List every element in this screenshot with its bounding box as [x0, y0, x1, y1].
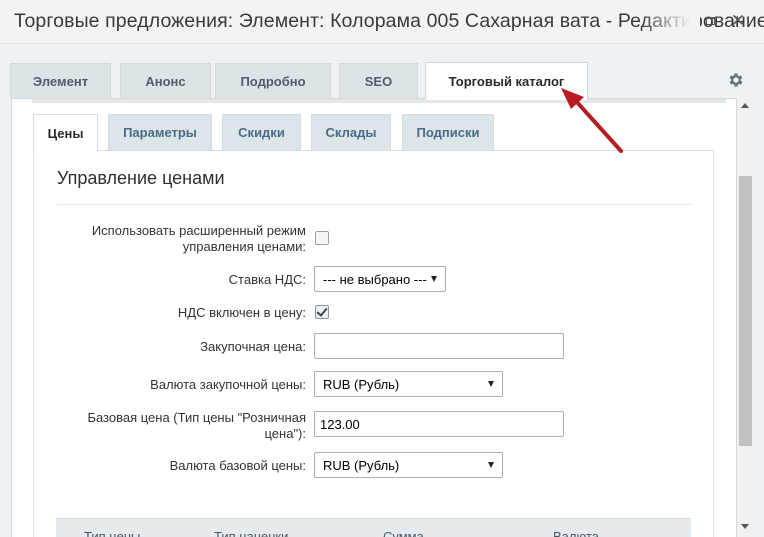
vat-rate-value: --- не выбрано ---: [323, 271, 427, 287]
base-currency-value: RUB (Рубль): [323, 457, 400, 473]
base-currency-label: Валюта базовой цены:: [169, 458, 306, 473]
table-header-currency: Валюта: [553, 529, 599, 537]
purchase-currency-label: Валюта закупочной цены:: [150, 377, 306, 392]
window-titlebar: Торговые предложения: Элемент: Колорама …: [0, 0, 764, 44]
vat-rate-label: Ставка НДС:: [228, 272, 306, 287]
base-price-label: Базовая цена (Тип цены "Розничная цена")…: [60, 410, 306, 442]
purchase-currency-value: RUB (Рубль): [323, 376, 400, 392]
section-title: Управление ценами: [57, 168, 225, 188]
subtab-stores[interactable]: Склады: [311, 114, 391, 150]
vat-included-checkbox[interactable]: [315, 305, 329, 319]
subtab-subscriptions[interactable]: Подписки: [402, 114, 494, 150]
purchase-price-label: Закупочная цена:: [200, 339, 306, 354]
close-icon[interactable]: ✕: [730, 11, 746, 30]
extended-mode-label: Использовать расширенный режим управлени…: [60, 223, 306, 255]
purchase-price-input[interactable]: [314, 333, 564, 359]
tab-element[interactable]: Элемент: [10, 63, 111, 98]
extended-mode-label-line2: управления ценами:: [182, 239, 306, 254]
scrollbar-thumb[interactable]: [739, 176, 752, 446]
extended-mode-checkbox[interactable]: [315, 231, 329, 245]
section-divider: [57, 204, 691, 205]
tab-details[interactable]: Подробно: [215, 63, 331, 98]
table-header-markup-type: Тип наценки: [214, 529, 289, 537]
chevron-down-icon: [488, 462, 494, 468]
extended-mode-label-line1: Использовать расширенный режим: [91, 223, 306, 238]
subtab-prices[interactable]: Цены: [33, 114, 98, 152]
vat-included-label: НДС включен в цену:: [177, 305, 306, 320]
base-price-label-line2: цена"):: [264, 426, 307, 441]
tab-trade-catalog[interactable]: Торговый каталог: [425, 62, 588, 100]
price-table-header: Тип цены Тип наценки Сумма Валюта: [56, 518, 691, 537]
base-price-input[interactable]: 123.00: [314, 411, 564, 437]
scroll-up-icon[interactable]: [741, 103, 749, 108]
base-price-label-line1: Базовая цена (Тип цены "Розничная: [87, 410, 306, 425]
content-top-divider: [32, 99, 726, 103]
title-fade: [640, 0, 700, 43]
table-header-amount: Сумма: [383, 529, 424, 537]
subtab-parameters[interactable]: Параметры: [108, 114, 212, 150]
vat-rate-select[interactable]: --- не выбрано ---: [314, 266, 446, 292]
purchase-currency-select[interactable]: RUB (Рубль): [314, 371, 503, 397]
table-header-price-type: Тип цены: [84, 529, 141, 537]
gear-icon[interactable]: [727, 71, 745, 89]
maximize-icon[interactable]: [702, 13, 718, 29]
base-currency-select[interactable]: RUB (Рубль): [314, 452, 503, 478]
chevron-down-icon: [431, 276, 437, 282]
scroll-down-icon[interactable]: [741, 524, 749, 529]
tab-announce[interactable]: Анонс: [120, 63, 211, 98]
tab-seo[interactable]: SEO: [339, 63, 418, 98]
vertical-scrollbar[interactable]: [737, 98, 754, 537]
chevron-down-icon: [488, 381, 494, 387]
subtab-discounts[interactable]: Скидки: [222, 114, 301, 150]
